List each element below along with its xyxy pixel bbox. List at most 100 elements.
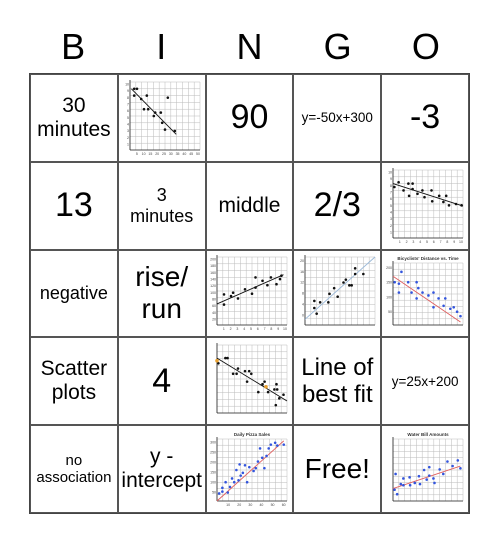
data-point <box>342 281 346 285</box>
data-point <box>449 307 452 311</box>
x-tick-label: 6 <box>257 327 259 331</box>
bingo-cell[interactable]: 30 minutes <box>30 74 118 162</box>
data-point <box>397 282 401 286</box>
data-point <box>139 97 143 101</box>
bingo-cell[interactable]: 3 minutes <box>117 161 206 250</box>
x-tick-label: 4 <box>244 327 246 331</box>
bingo-cell[interactable]: 2/3 <box>293 161 382 250</box>
cell-text: rise/ run <box>135 261 189 325</box>
data-point <box>282 393 286 397</box>
bingo-card: 30 minutes 10 9 8 7 6 5 4 3 2 1 5 10 15 20 25 30 35 40 45 5… <box>29 73 470 514</box>
x-tick-label: 1 <box>223 327 225 331</box>
y-tick-label: 40 <box>213 311 217 315</box>
data-point <box>250 372 254 376</box>
x-tick-label: 2 <box>406 240 408 244</box>
data-point <box>132 94 136 97</box>
cell-text: y - intercept <box>121 444 202 493</box>
cell-text: Free! <box>304 453 370 484</box>
bingo-cell[interactable] <box>205 337 294 426</box>
x-tick-label: 30 <box>249 503 253 507</box>
y-tick-label: 80 <box>213 298 217 302</box>
bingo-cell[interactable]: 13 <box>30 161 118 250</box>
cell-text: y=25x+200 <box>391 373 459 389</box>
data-point <box>274 441 277 445</box>
data-point <box>252 469 256 473</box>
bingo-cell[interactable]: Line of best fit <box>293 337 382 426</box>
bingo-cell[interactable]: Water Bill Amounts <box>381 425 469 513</box>
y-tick-label: 100 <box>211 481 217 485</box>
data-point <box>459 467 462 470</box>
y-tick-label: 150 <box>386 281 392 285</box>
data-point <box>259 447 262 450</box>
bingo-cell[interactable]: 4 <box>117 337 206 426</box>
bingo-cell[interactable]: 200 180 160 140 120 100 80 60 40 20 1 2 3 4 5 6 7 8 9 10 <box>205 249 294 338</box>
bingo-cell[interactable]: negative <box>30 249 118 338</box>
highlight-point <box>215 359 220 363</box>
plot-title: Water Bill Amounts <box>408 432 450 437</box>
bingo-cell[interactable]: y=25x+200 <box>381 337 469 426</box>
data-point <box>229 485 232 489</box>
x-tick-label: 30 <box>169 152 173 156</box>
scatter-plot-image <box>215 343 288 414</box>
bingo-cell[interactable]: Free! <box>293 425 382 513</box>
data-point <box>455 310 459 314</box>
cell-text: no association <box>36 451 112 487</box>
data-point <box>153 111 157 114</box>
bingo-cell[interactable]: no association <box>30 425 118 513</box>
y-tick-label: 6 <box>390 197 392 201</box>
data-point <box>397 180 400 184</box>
data-point <box>444 194 448 197</box>
bingo-cell[interactable]: 10 9 8 7 6 5 4 3 2 1 5 10 15 20 25 30 35 40 45 50 <box>117 74 206 162</box>
x-tick-label: 5 <box>426 240 428 244</box>
bingo-cell[interactable]: middle <box>205 161 294 250</box>
y-tick-label: 7 <box>390 190 392 194</box>
data-point <box>242 471 245 475</box>
data-point <box>160 121 164 124</box>
x-tick-label: 3 <box>237 327 239 331</box>
data-point <box>135 87 138 90</box>
cell-text: 4 <box>152 361 172 400</box>
data-point <box>362 273 365 276</box>
data-point <box>246 481 249 484</box>
x-tick-label: 8 <box>446 240 448 244</box>
data-point <box>407 194 411 197</box>
plot-title: Daily Pizza Sales <box>234 432 271 437</box>
data-point <box>254 286 258 290</box>
data-point <box>267 391 270 394</box>
data-point <box>223 303 226 307</box>
bingo-cell[interactable]: Daily Pizza Sales 300 250 200 150 100 50 10 20 30… <box>205 425 294 513</box>
y-tick-label: 8 <box>302 292 304 296</box>
bingo-cell[interactable]: Bicyclists' Distance vs. Time 200 150 100 50 <box>381 249 469 338</box>
data-point <box>438 468 442 471</box>
data-point <box>257 460 260 463</box>
data-point <box>336 295 340 299</box>
data-point <box>327 301 330 305</box>
data-point <box>421 291 424 295</box>
y-tick-label: 300 <box>211 441 217 445</box>
data-point <box>437 194 441 197</box>
bingo-cell[interactable]: -3 <box>381 74 469 162</box>
data-point <box>237 367 240 371</box>
data-point <box>333 287 336 290</box>
y-tick-label: 10 <box>125 82 129 86</box>
bingo-cell[interactable]: 20 16 12 8 4 0 <box>293 249 382 338</box>
y-tick-label: 100 <box>386 296 392 300</box>
y-tick-label: 200 <box>211 461 217 465</box>
data-point <box>411 181 414 185</box>
bingo-cell[interactable]: y - intercept <box>117 425 206 513</box>
cell-text: negative <box>39 283 108 304</box>
y-tick-label: 200 <box>211 258 217 262</box>
bingo-cell[interactable]: 10 9 8 7 6 5 4 3 2 1 1 2 3 4 5 6 7 8 9 10 <box>381 161 469 250</box>
data-point <box>270 443 273 447</box>
bingo-cell[interactable]: rise/ run <box>117 249 206 338</box>
bingo-cell[interactable]: 90 <box>205 74 294 162</box>
y-tick-label: 7 <box>127 102 129 106</box>
highlight-point <box>264 385 269 389</box>
bingo-cell[interactable]: Scatter plots <box>30 337 118 426</box>
bingo-cell[interactable]: y=-50x+300 <box>293 74 382 162</box>
data-point <box>413 481 417 485</box>
data-point <box>146 107 150 111</box>
data-point <box>354 267 357 271</box>
plot-title: Bicyclists' Distance vs. Time <box>397 256 459 261</box>
data-point <box>417 474 421 478</box>
